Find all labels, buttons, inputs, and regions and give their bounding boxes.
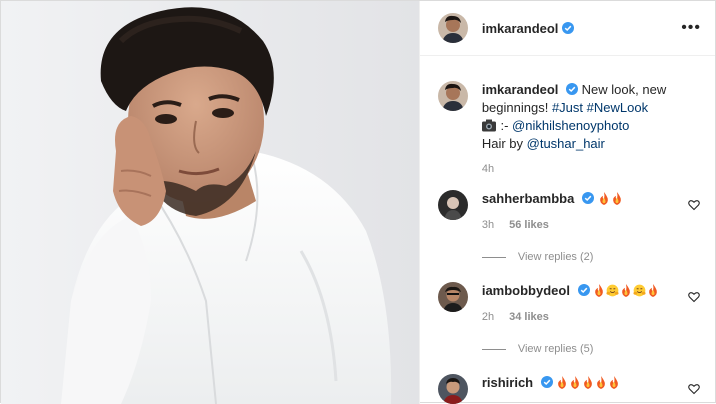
view-replies-label: View replies (5) [517,343,594,355]
comment-emojis [593,283,660,298]
fire-emoji-icon [597,376,606,389]
view-replies-label: View replies (2) [517,251,594,263]
commenter-avatar[interactable] [437,282,468,312]
portrait-image [1,1,419,404]
replies-divider [481,348,506,350]
camera-emoji-icon [481,119,496,132]
fire-emoji-icon [622,284,631,297]
photographer-mention[interactable]: @nikhilshenoyphoto [512,118,629,133]
comment-body: iambobbydeol 2h 34 likes [482,282,660,326]
comment-likes[interactable]: 56 likes [509,219,549,231]
post-header: imkarandeol ••• [419,1,715,56]
comment-item: rishirich [437,374,708,404]
fire-emoji-icon [595,284,604,297]
comment-meta: 3h 56 likes [482,216,624,234]
comment-emojis [556,375,621,390]
commenter-username[interactable]: iambobbydeol [482,283,570,298]
fire-emoji-icon [571,376,580,389]
commenter-avatar[interactable] [437,374,468,404]
verified-badge-icon [566,83,579,95]
comment-likes[interactable]: 34 likes [509,311,549,323]
fire-emoji-icon [649,284,658,297]
caption-timestamp[interactable]: 4h [482,162,708,176]
verified-badge-icon [562,22,575,34]
commenter-username[interactable]: rishirich [482,375,533,390]
fire-emoji-icon [599,192,608,205]
hair-stylist-mention[interactable]: @tushar_hair [527,136,605,151]
verified-badge-icon [581,192,594,204]
caption-text-block: imkarandeol New look, new beginnings! #J… [481,81,708,176]
comment-meta: 2h 34 likes [482,308,660,326]
more-options-icon[interactable]: ••• [681,19,701,37]
caption-username[interactable]: imkarandeol [482,82,559,97]
comment-timestamp[interactable]: 2h [482,311,494,323]
comment-item: sahherbambba 3h 56 likes [437,190,708,234]
fire-emoji-icon [610,376,619,389]
author-username[interactable]: imkarandeol [482,21,559,36]
hugging-face-emoji-icon [633,284,646,297]
post-side-panel: imkarandeol ••• imkarandeol New look, ne… [418,1,715,404]
fire-emoji-icon [584,376,593,389]
camera-prefix: :- [500,118,509,133]
replies-divider [481,256,506,258]
heart-outline-icon[interactable] [688,199,700,211]
commenter-username[interactable]: sahherbambba [482,191,574,206]
comment-emojis [598,191,624,206]
heart-outline-icon[interactable] [688,291,700,303]
verified-badge-icon [540,376,553,388]
heart-outline-icon[interactable] [688,383,700,395]
fire-emoji-icon [558,376,567,389]
verified-badge-icon [577,284,590,296]
post-caption: imkarandeol New look, new beginnings! #J… [437,81,708,176]
caption-avatar[interactable] [437,81,468,111]
comment-body: sahherbambba 3h 56 likes [482,190,624,234]
comment-body: rishirich [482,374,622,404]
hashtag-link[interactable]: #Just [552,100,583,115]
view-replies-button[interactable]: View replies (2) [481,251,594,263]
hair-prefix: Hair by [481,136,524,151]
fire-emoji-icon [612,192,621,205]
hugging-face-emoji-icon [606,284,619,297]
post-photo[interactable] [1,1,419,404]
hashtag-link[interactable]: #NewLook [587,100,648,115]
instagram-post-modal: imkarandeol ••• imkarandeol New look, ne… [0,0,716,404]
commenter-avatar[interactable] [437,190,468,220]
author-avatar[interactable] [437,13,468,43]
comment-timestamp[interactable]: 3h [482,219,494,231]
comment-item: iambobbydeol 2h 34 likes [437,282,708,326]
view-replies-button[interactable]: View replies (5) [481,343,594,355]
